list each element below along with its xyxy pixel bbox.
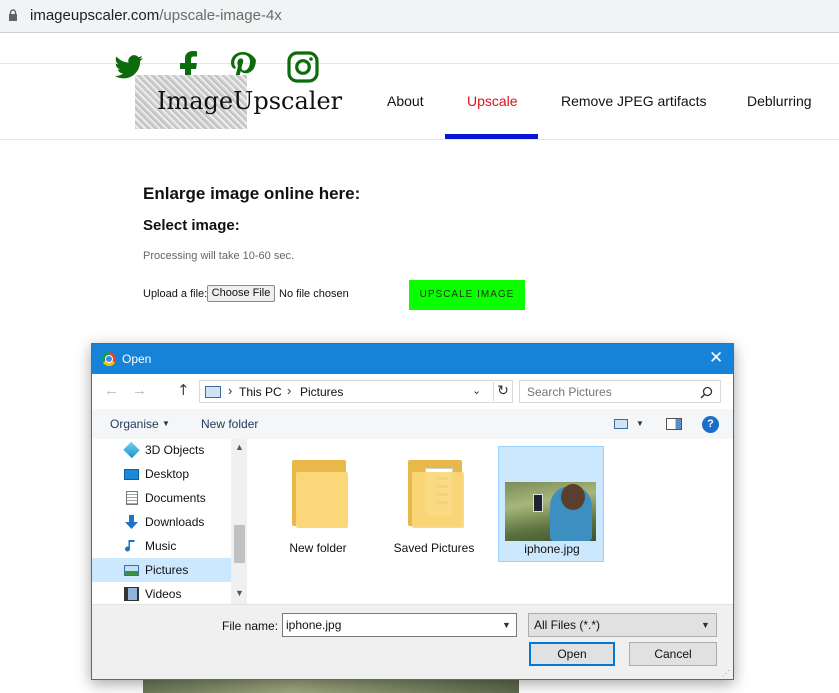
nav-item-documents[interactable]: Documents [92,486,231,510]
nav-scrollbar[interactable] [231,439,247,604]
chevron-down-icon[interactable]: ▼ [701,620,710,630]
file-name-label: File name: [222,619,279,633]
file-name-field[interactable]: ▼ [282,613,517,637]
close-icon[interactable]: ✕ [709,348,723,368]
folder-icon-front [296,472,348,528]
new-folder-button[interactable]: New folder [201,417,258,431]
url-text[interactable]: imageupscaler.com/upscale-image-4x [30,7,282,24]
chrome-icon [102,352,116,366]
chevron-down-icon[interactable]: ▼ [636,419,644,428]
nav-item-label: Documents [145,491,206,505]
dialog-footer: File name: ▼ All Files (*.*) ▼ Open Canc… [92,604,733,679]
forward-arrow-icon[interactable]: → [132,382,147,399]
nav-item-label: Pictures [145,563,189,577]
help-icon[interactable]: ? [702,416,719,433]
active-nav-underline [445,134,538,139]
music-icon [125,540,135,552]
upscale-image-button[interactable]: UPSCALE IMAGE [409,280,525,310]
nav-item-desktop[interactable]: Desktop [92,462,231,486]
desktop-icon [124,469,139,480]
file-item-label: New folder [289,541,347,555]
scroll-up-icon[interactable]: ▲ [235,442,244,452]
search-input[interactable] [527,385,687,399]
dialog-titlebar[interactable]: Open ✕ [92,344,733,374]
nav-item-pictures[interactable]: Pictures [92,558,231,582]
file-type-value: All Files (*.*) [534,618,601,632]
refresh-icon[interactable]: ↻ [493,382,512,401]
pictures-icon [124,565,139,576]
file-item-label: Saved Pictures [393,541,475,555]
nav-item-label: Videos [145,587,182,601]
open-button[interactable]: Open [529,642,615,666]
lock-icon [9,9,17,21]
breadcrumb-this-pc[interactable]: This PC [239,385,282,399]
pictures-location-icon [205,386,221,398]
nav-upscale[interactable]: Upscale [467,93,518,109]
nav-item-label: 3D Objects [145,443,205,457]
choose-file-button[interactable]: Choose File [207,285,275,302]
page-heading: Enlarge image online here: [143,184,361,203]
file-item-iphone-jpg[interactable]: iphone.jpg [498,446,604,562]
up-arrow-icon[interactable]: ↑ [177,381,190,399]
url-path: /upscale-image-4x [159,7,282,24]
thumbnail-phone [533,494,543,512]
file-name-input[interactable] [286,618,496,632]
image-thumbnail [505,482,596,541]
preview-pane-icon[interactable] [666,418,682,430]
nav-item-label: Downloads [145,515,205,529]
documents-icon [126,491,138,505]
browser-address-bar[interactable]: imageupscaler.com/upscale-image-4x [0,0,839,33]
nav-item-label: Desktop [145,467,190,481]
file-list-pane[interactable]: New folder Saved Pictures iphone.jpg [247,439,733,604]
search-box[interactable] [519,380,721,403]
breadcrumb-pictures[interactable]: Pictures [300,385,343,399]
nav-item-3d-objects[interactable]: 3D Objects [92,438,231,462]
file-item-saved-pictures[interactable]: Saved Pictures [381,446,487,562]
dialog-address-bar[interactable]: › This PC › Pictures ⌄ ↻ [199,380,513,403]
nav-about[interactable]: About [387,93,424,109]
thumbnail-head [561,484,585,510]
videos-icon [124,587,139,601]
3d-objects-icon [123,441,140,459]
back-arrow-icon[interactable]: ← [104,382,119,399]
file-type-select[interactable]: All Files (*.*) ▼ [528,613,717,637]
resize-grip-icon[interactable]: ⋰ [722,669,730,678]
cancel-button[interactable]: Cancel [629,642,717,666]
chevron-down-icon[interactable]: ⌄ [472,384,481,397]
downloads-icon [125,515,138,529]
file-item-label: iphone.jpg [524,542,580,556]
nav-remove-jpeg-artifacts[interactable]: Remove JPEG artifacts [561,93,707,109]
search-icon [700,386,713,399]
logo-text: ImageUpscaler [157,87,343,115]
dialog-toolbar: Organise ▼ New folder ▼ ? [92,409,733,439]
chevron-down-icon[interactable]: ▼ [162,419,170,428]
no-file-chosen-text: No file chosen [279,288,349,300]
chevron-down-icon[interactable]: ▼ [502,620,511,630]
breadcrumb-separator-icon[interactable]: › [287,383,291,398]
navigation-pane[interactable]: 3D Objects Desktop Documents Downloads M… [92,439,247,604]
nav-item-music[interactable]: Music [92,534,231,558]
file-item-new-folder[interactable]: New folder [265,446,371,562]
nav-item-downloads[interactable]: Downloads [92,510,231,534]
scroll-down-icon[interactable]: ▼ [235,588,244,598]
nav-deblurring[interactable]: Deblurring [747,93,812,109]
upload-label: Upload a file: [143,288,208,300]
site-logo[interactable]: ImageUpscaler [135,75,342,129]
url-domain: imageupscaler.com [30,7,160,24]
nav-item-label: Music [145,539,177,553]
preview-image-strip [143,680,519,693]
folder-icon-front [412,472,464,528]
select-image-heading: Select image: [143,217,240,234]
scrollbar-thumb[interactable] [234,525,245,563]
nav-item-videos[interactable]: Videos [92,582,231,606]
breadcrumb-separator-icon[interactable]: › [228,383,232,398]
dialog-title: Open [122,352,152,366]
processing-note: Processing will take 10-60 sec. [143,250,295,262]
view-options-icon[interactable] [614,419,628,429]
organise-menu[interactable]: Organise [110,417,159,431]
open-file-dialog: Open ✕ ← → ↑ › This PC › Pictures ⌄ ↻ Or… [91,343,734,680]
